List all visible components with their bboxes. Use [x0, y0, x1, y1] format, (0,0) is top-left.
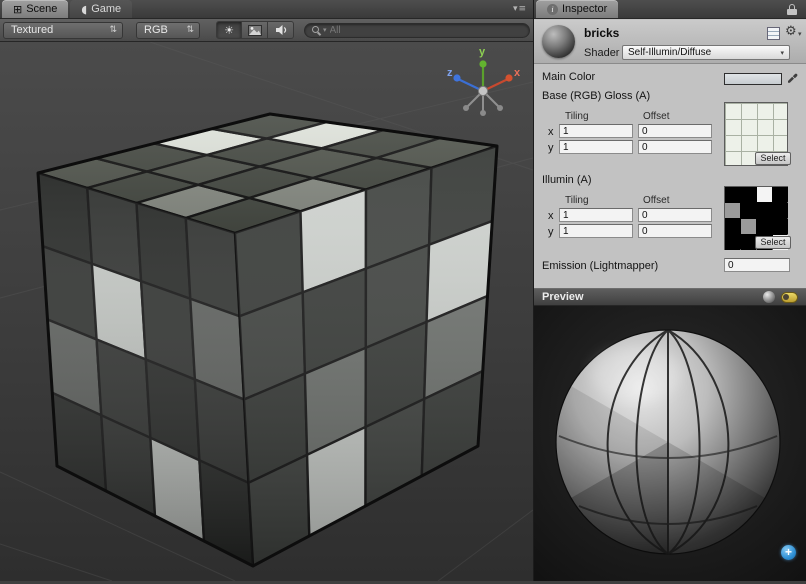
scene-search-input[interactable] [330, 25, 522, 36]
tab-inspector[interactable]: i Inspector [536, 0, 618, 18]
preview-header[interactable]: Preview [534, 288, 806, 306]
tiling-header: Tiling [565, 111, 589, 122]
scene-search-box[interactable]: ▾ [304, 23, 530, 38]
base-section-label: Base (RGB) Gloss (A) [542, 90, 650, 102]
speaker-icon [274, 24, 288, 36]
preview-title: Preview [542, 291, 757, 303]
chevron-down-icon: ▾ [780, 49, 784, 57]
material-name: bricks [584, 26, 619, 40]
gizmo-rear-axis-handle[interactable] [480, 110, 486, 116]
preview-lighting-icon[interactable] [781, 292, 798, 303]
base-offset-x-input[interactable] [638, 124, 712, 138]
illumin-offset-x-input[interactable] [638, 208, 712, 222]
gear-icon[interactable]: ⚙ [785, 24, 797, 39]
gizmo-rear-axis-handle[interactable] [463, 105, 469, 111]
tab-game-label: Game [91, 3, 121, 15]
emission-label: Emission (Lightmapper) [542, 260, 658, 272]
image-icon [248, 25, 262, 36]
gizmo-rear-axis-handle[interactable] [497, 105, 503, 111]
audio-toggle-button[interactable] [268, 21, 294, 39]
base-tiling-x-input[interactable] [559, 124, 633, 138]
inspector-icon: i [547, 4, 558, 15]
lighting-toggle-button[interactable]: ☀ [216, 21, 242, 39]
material-preview-thumbnail[interactable] [542, 25, 575, 58]
search-icon [312, 26, 320, 34]
inspector-tabstrip: i Inspector [534, 0, 806, 19]
material-preview-area[interactable]: + [534, 306, 806, 581]
skybox-effects-button[interactable] [242, 21, 268, 39]
scene-tabstrip: ⊞ Scene ◖ Game ▾≡ [0, 0, 533, 19]
preview-sphere[interactable] [556, 330, 780, 554]
dropdown-arrows-icon: ⇅ [186, 25, 194, 35]
scene-panel: ⊞ Scene ◖ Game ▾≡ Textured ⇅ RGB ⇅ ☀ [0, 0, 533, 581]
emission-input[interactable] [724, 258, 790, 272]
lock-icon[interactable] [787, 4, 797, 15]
scene-icon: ⊞ [13, 3, 22, 16]
sun-icon: ☀ [224, 24, 234, 37]
scene-viewport[interactable]: z x y [0, 42, 533, 581]
inspector-panel: i Inspector bricks ⚙ ▾ Shader Self-Illum… [534, 0, 806, 581]
base-row-y-label: y [548, 142, 554, 154]
tab-game[interactable]: ◖ Game [70, 0, 132, 18]
gizmo-center-handle[interactable] [478, 86, 487, 95]
illumin-row-x-label: x [548, 210, 554, 222]
gizmo-z-label: z [447, 67, 453, 79]
game-icon: ◖ [81, 3, 87, 16]
tab-inspector-label: Inspector [562, 3, 607, 15]
help-icon[interactable] [767, 27, 780, 40]
illumin-texture-select-button[interactable]: Select [755, 236, 791, 249]
main-color-swatch[interactable] [724, 73, 782, 85]
gizmo-y-axis-handle[interactable] [479, 60, 486, 67]
base-texture-select-button[interactable]: Select [755, 152, 791, 165]
offset-header: Offset [643, 195, 670, 206]
base-row-x-label: x [548, 126, 554, 138]
scene-toolbar: Textured ⇅ RGB ⇅ ☀ [0, 19, 533, 42]
base-tiling-y-input[interactable] [559, 140, 633, 154]
main-color-label: Main Color [542, 71, 595, 83]
tab-scene[interactable]: ⊞ Scene [2, 0, 68, 18]
color-mode-dropdown[interactable]: RGB ⇅ [136, 22, 200, 39]
search-filter-caret-icon: ▾ [323, 26, 327, 34]
draw-mode-dropdown[interactable]: Textured ⇅ [3, 22, 123, 39]
eyedropper-icon[interactable] [786, 70, 798, 83]
pane-menu-icon[interactable]: ▾≡ [513, 4, 527, 14]
gizmo-x-axis-handle[interactable] [505, 74, 512, 81]
material-header: bricks ⚙ ▾ Shader Self-Illumin/Diffuse ▾ [534, 20, 806, 64]
preview-sphere-icon[interactable] [763, 291, 775, 303]
dropdown-arrows-icon: ⇅ [109, 25, 117, 35]
color-mode-value: RGB [144, 24, 168, 36]
illumin-row-y-label: y [548, 226, 554, 238]
draw-mode-value: Textured [11, 24, 53, 36]
shader-dropdown[interactable]: Self-Illumin/Diffuse ▾ [622, 45, 790, 60]
shader-label: Shader [584, 47, 619, 59]
tab-scene-label: Scene [26, 3, 57, 15]
add-button[interactable]: + [781, 545, 796, 560]
gizmo-y-label: y [479, 46, 486, 58]
gizmo-x-label: x [514, 67, 521, 79]
gear-caret-icon: ▾ [798, 30, 802, 38]
illumin-offset-y-input[interactable] [638, 224, 712, 238]
tiling-header: Tiling [565, 195, 589, 206]
gizmo-z-axis-handle[interactable] [453, 74, 460, 81]
illumin-tiling-y-input[interactable] [559, 224, 633, 238]
shader-value: Self-Illumin/Diffuse [628, 47, 711, 58]
base-offset-y-input[interactable] [638, 140, 712, 154]
offset-header: Offset [643, 111, 670, 122]
illumin-section-label: Illumin (A) [542, 174, 592, 186]
illumin-tiling-x-input[interactable] [559, 208, 633, 222]
scene-view-toggles: ☀ [216, 21, 294, 39]
